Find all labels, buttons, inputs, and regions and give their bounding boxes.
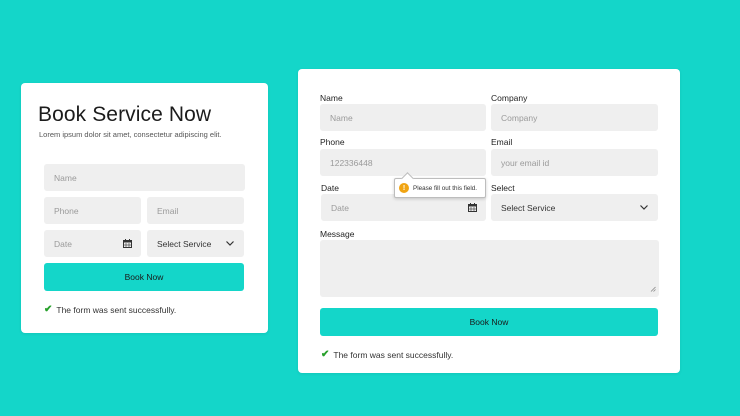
name-label: Name	[320, 93, 343, 103]
message-textarea[interactable]	[320, 240, 659, 297]
service-select-value: Select Service	[501, 202, 556, 213]
phone-value: 122336448	[330, 157, 373, 168]
chevron-down-icon	[640, 205, 648, 210]
email-field[interactable]: Email	[147, 197, 244, 224]
company-placeholder: Company	[501, 112, 538, 123]
phone-label: Phone	[320, 137, 345, 147]
check-icon: ✔	[321, 349, 330, 360]
date-placeholder: Date	[331, 202, 349, 213]
service-select[interactable]: Select Service	[147, 230, 244, 257]
date-placeholder: Date	[54, 238, 72, 249]
date-field[interactable]: Date	[321, 194, 486, 221]
name-field[interactable]: Name	[320, 104, 486, 131]
company-field[interactable]: Company	[491, 104, 658, 131]
validation-tooltip-text: Please fill out this field.	[413, 184, 478, 192]
name-placeholder: Name	[54, 172, 77, 183]
email-label: Email	[491, 137, 513, 147]
date-field[interactable]: Date	[44, 230, 141, 257]
email-field[interactable]: your email id	[491, 149, 658, 176]
booking-form-compact: Book Service Now Lorem ipsum dolor sit a…	[21, 83, 268, 333]
resize-handle-icon[interactable]	[650, 284, 656, 294]
success-message: ✔ The form was sent successfully.	[321, 349, 453, 360]
check-icon: ✔	[44, 304, 53, 315]
phone-placeholder: Phone	[54, 205, 79, 216]
phone-field[interactable]: Phone	[44, 197, 141, 224]
name-placeholder: Name	[330, 112, 353, 123]
select-label: Select	[491, 183, 515, 193]
form-subtitle: Lorem ipsum dolor sit amet, consectetur …	[39, 130, 222, 139]
book-now-button[interactable]: Book Now	[320, 308, 658, 336]
email-placeholder: Email	[157, 205, 179, 216]
service-select-value: Select Service	[157, 238, 212, 249]
warning-icon: !	[399, 183, 409, 193]
message-label: Message	[320, 229, 355, 239]
success-text: The form was sent successfully.	[56, 304, 177, 315]
company-label: Company	[491, 93, 528, 103]
email-placeholder: your email id	[501, 157, 550, 168]
success-message: ✔ The form was sent successfully.	[44, 304, 176, 315]
date-label: Date	[321, 183, 339, 193]
chevron-down-icon	[226, 241, 234, 246]
phone-field[interactable]: 122336448	[320, 149, 486, 176]
name-field[interactable]: Name	[44, 164, 245, 191]
calendar-icon[interactable]	[123, 239, 132, 248]
service-select[interactable]: Select Service	[491, 194, 658, 221]
book-now-button[interactable]: Book Now	[44, 263, 244, 291]
calendar-icon[interactable]	[468, 203, 477, 212]
form-title: Book Service Now	[38, 103, 212, 126]
booking-form-detailed: Name Company Name Company Phone Email 12…	[298, 69, 680, 373]
success-text: The form was sent successfully.	[333, 349, 454, 360]
validation-tooltip: ! Please fill out this field.	[394, 178, 486, 198]
